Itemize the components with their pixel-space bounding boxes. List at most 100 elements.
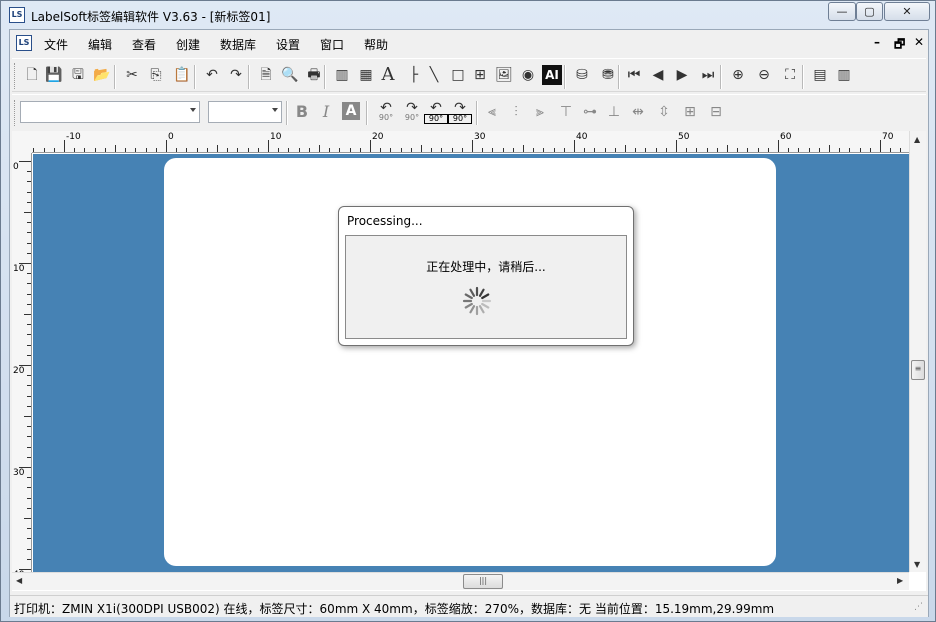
menu-file[interactable]: 文件 <box>44 36 68 53</box>
page-setup-icon[interactable]: 🗎 <box>256 65 276 85</box>
menu-view[interactable]: 查看 <box>132 36 156 53</box>
vertical-scroll-thumb[interactable]: ≡ <box>911 360 925 380</box>
center-h-page-icon[interactable]: ⊞ <box>680 102 700 122</box>
rotate-angle-label: 90° <box>404 113 420 122</box>
first-record-icon[interactable]: ⏮ <box>624 65 644 85</box>
align-left-icon[interactable]: ⫷ <box>482 102 502 122</box>
menu-create[interactable]: 创建 <box>176 36 200 53</box>
align-center-h-icon[interactable]: ⫶ <box>506 102 526 122</box>
copy-icon[interactable]: ⎘ <box>146 65 166 85</box>
redo-icon[interactable]: ↷ <box>226 65 246 85</box>
ruler-tick <box>421 145 422 152</box>
toolbar-grip[interactable] <box>14 63 17 89</box>
resize-grip-icon[interactable]: ⋰ <box>914 602 923 612</box>
ruler-tick <box>339 148 341 152</box>
ruler-tick <box>349 148 351 152</box>
status-text: 打印机：ZMIN X1i(300DPI USB002) 在线，标签尺寸：60mm… <box>14 602 775 616</box>
print-preview-icon[interactable]: 🔍 <box>280 65 300 85</box>
align-top-icon[interactable]: ⊤ <box>556 102 576 122</box>
rotate-ccw-90-icon[interactable]: ↶ 90° <box>374 101 398 122</box>
italic-icon[interactable]: I <box>316 102 336 122</box>
ai-icon[interactable]: AI <box>542 65 562 85</box>
zoom-out-icon[interactable]: ⊖ <box>754 65 774 85</box>
menu-edit[interactable]: 编辑 <box>88 36 112 53</box>
rotate-cw-90-icon[interactable]: ↷ 90° <box>400 101 424 122</box>
line-diag-icon[interactable]: ╲ <box>424 65 444 85</box>
mdi-restore-button[interactable]: 🗗 <box>894 35 905 56</box>
rotate-cw-90-filled-icon[interactable]: ↷ 90° <box>448 101 472 124</box>
undo-icon[interactable]: ↶ <box>202 65 222 85</box>
print-icon[interactable]: 🖶 <box>304 65 324 85</box>
line-h-icon[interactable]: ├ <box>404 65 424 85</box>
ruler-label: 70 <box>882 132 894 142</box>
ruler-tick <box>237 148 239 152</box>
horizontal-scroll-thumb[interactable]: ||| <box>463 574 503 589</box>
rectangle-icon[interactable]: □ <box>448 65 468 85</box>
ruler-tick <box>43 148 45 152</box>
cut-icon[interactable]: ✂ <box>122 65 142 85</box>
new-icon[interactable]: 🗋 <box>22 65 42 85</box>
ruler-tick <box>482 148 484 152</box>
maximize-button[interactable]: ▢ <box>856 2 883 21</box>
spinner-segment <box>478 288 485 297</box>
minimize-button[interactable]: — <box>828 2 856 21</box>
toolbar-separator <box>194 65 196 89</box>
layout-horizontal-icon[interactable]: ▤ <box>810 65 830 85</box>
toolbar-separator <box>248 65 250 89</box>
save-as-icon[interactable]: 🖫 <box>68 65 88 85</box>
open-icon[interactable]: 📂 <box>92 65 112 85</box>
distribute-v-icon[interactable]: ⇳ <box>654 102 674 122</box>
align-middle-v-icon[interactable]: ⊶ <box>580 102 600 122</box>
horizontal-scrollbar[interactable]: ◀ ||| ▶ <box>12 572 909 590</box>
database-connect-icon[interactable]: ⛃ <box>598 65 618 85</box>
vertical-scrollbar[interactable]: ▲ ≡ ▼ <box>909 131 926 572</box>
table-icon[interactable]: ⊞ <box>470 65 490 85</box>
toolbar-separator <box>366 101 368 125</box>
align-right-icon[interactable]: ⫸ <box>530 102 550 122</box>
layout-vertical-icon[interactable]: ▥ <box>834 65 854 85</box>
last-record-icon[interactable]: ⏭ <box>698 65 718 85</box>
menu-window[interactable]: 窗口 <box>320 36 344 53</box>
menu-help[interactable]: 帮助 <box>364 36 388 53</box>
menu-settings[interactable]: 设置 <box>276 36 300 53</box>
scroll-up-icon[interactable]: ▲ <box>914 135 920 144</box>
mdi-close-button[interactable]: ✕ <box>914 35 924 49</box>
ruler-tick <box>716 148 718 152</box>
ruler-tick <box>27 558 31 560</box>
text-bg-icon[interactable]: A <box>342 102 360 120</box>
title-bar[interactable]: LS LabelSoft标签编辑软件 V3.63 - [新标签01] — ▢ ✕ <box>1 1 935 29</box>
spinner-segment <box>481 302 490 309</box>
prev-record-icon[interactable]: ◀ <box>648 65 668 85</box>
menu-database[interactable]: 数据库 <box>220 36 256 53</box>
font-size-combo[interactable] <box>208 101 282 123</box>
ruler-tick <box>24 518 31 519</box>
ruler-tick <box>176 148 178 152</box>
ruler-tick <box>869 148 871 152</box>
center-v-page-icon[interactable]: ⊟ <box>706 102 726 122</box>
font-combo[interactable] <box>20 101 200 123</box>
fit-page-icon[interactable]: ⛶ <box>780 65 800 85</box>
qrcode-icon[interactable]: ▦ <box>356 65 376 85</box>
next-record-icon[interactable]: ▶ <box>672 65 692 85</box>
zoom-in-icon[interactable]: ⊕ <box>728 65 748 85</box>
bold-icon[interactable]: B <box>292 102 312 122</box>
ruler-tick <box>27 507 31 509</box>
rotate-ccw-90-filled-icon[interactable]: ↶ 90° <box>424 101 448 124</box>
mdi-minimize-button[interactable]: – <box>874 35 880 49</box>
toolbar-grip[interactable] <box>14 100 17 126</box>
distribute-h-icon[interactable]: ⇹ <box>628 102 648 122</box>
save-icon[interactable]: 💾 <box>44 65 64 85</box>
align-bottom-icon[interactable]: ⊥ <box>604 102 624 122</box>
scroll-down-icon[interactable]: ▼ <box>914 560 920 569</box>
ruler-tick <box>706 148 708 152</box>
image-icon[interactable]: 🖼 <box>494 65 514 85</box>
database-icon[interactable]: ⛁ <box>572 65 592 85</box>
document-icon[interactable]: LS <box>16 35 32 51</box>
paste-icon[interactable]: 📋 <box>172 65 192 85</box>
close-button[interactable]: ✕ <box>884 2 930 21</box>
scroll-right-icon[interactable]: ▶ <box>897 576 903 585</box>
barcode-icon[interactable]: ▥ <box>332 65 352 85</box>
rfid-icon[interactable]: ◉ <box>518 65 538 85</box>
scroll-left-icon[interactable]: ◀ <box>16 576 22 585</box>
text-icon[interactable]: A <box>378 65 398 85</box>
